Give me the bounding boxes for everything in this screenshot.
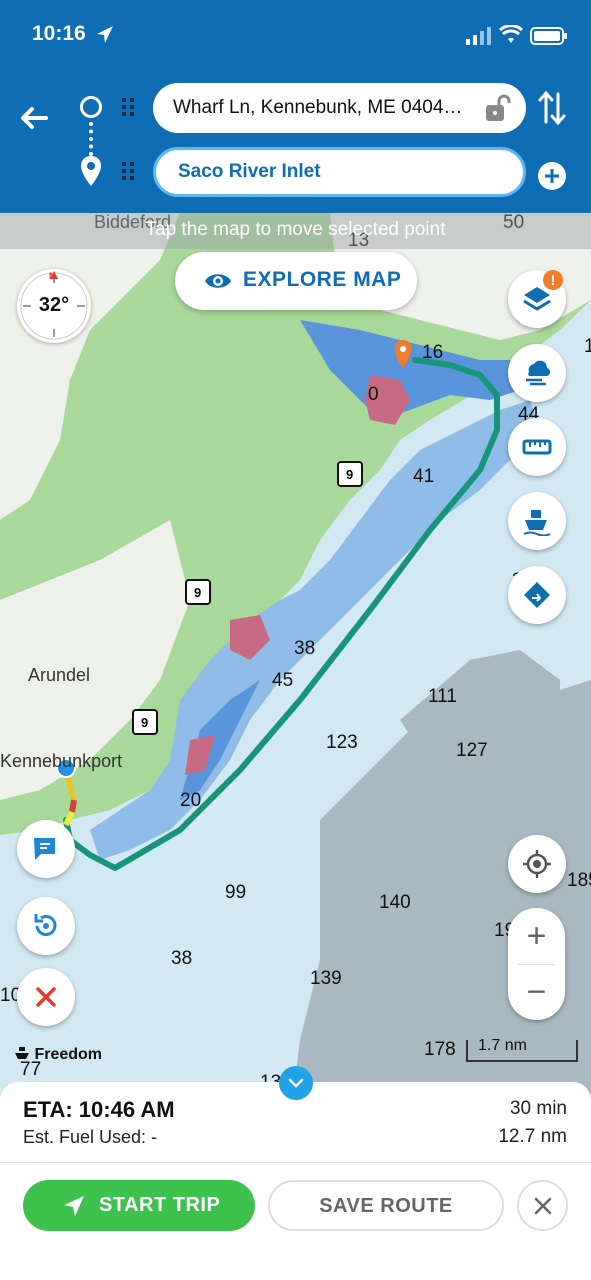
save-route-label: SAVE ROUTE <box>319 1195 453 1217</box>
chevron-down-icon <box>288 1078 304 1088</box>
start-trip-label: START TRIP <box>99 1194 221 1216</box>
zoom-control: + − <box>508 908 565 1020</box>
ruler-icon <box>522 439 552 455</box>
navigate-arrow-icon <box>64 1196 84 1216</box>
clear-route-button[interactable] <box>17 968 75 1026</box>
close-trip-button[interactable] <box>517 1180 568 1231</box>
depth-label: 139 <box>310 968 342 989</box>
boat-edit-icon <box>523 510 551 536</box>
explore-map-button[interactable]: EXPLORE MAP <box>175 252 417 310</box>
distance-text: 12.7 nm <box>498 1126 567 1147</box>
depth-label: 1 <box>584 336 591 357</box>
compass[interactable]: 32° N <box>17 269 91 343</box>
depth-label: 0 <box>368 384 379 405</box>
crosshair-icon <box>523 850 551 878</box>
vessel-name: Freedom <box>34 1046 103 1063</box>
explore-map-label: EXPLORE MAP <box>243 268 402 291</box>
sheet-divider <box>0 1162 591 1163</box>
notes-button[interactable] <box>17 820 75 878</box>
origin-text: Wharf Ln, Kennebunk, ME 0404… <box>173 97 463 118</box>
depth-label: 41 <box>413 466 434 487</box>
layers-alert-badge: ! <box>543 270 563 290</box>
depth-label: 20 <box>180 790 201 811</box>
place-label: Arundel <box>28 665 90 685</box>
vessel-label: Freedom <box>14 1045 102 1064</box>
route-connector <box>89 122 93 156</box>
depth-label: 178 <box>424 1039 456 1060</box>
unlock-icon[interactable] <box>484 93 512 123</box>
close-icon <box>534 1197 552 1215</box>
eta-text: ETA: 10:46 AM <box>23 1097 175 1122</box>
route-header: 10:16 Wharf Ln, Kennebunk, ME 0404… Saco… <box>0 0 591 213</box>
route-edit-icon <box>524 582 550 608</box>
battery-icon <box>530 27 567 45</box>
scale-label: 1.7 nm <box>478 1037 527 1054</box>
eye-icon <box>205 274 231 288</box>
drag-handle-destination[interactable] <box>122 162 136 182</box>
depth-label: 16 <box>422 342 443 363</box>
route-shield-label: 9 <box>346 467 353 482</box>
depth-label: 185 <box>567 870 591 891</box>
reverse-route-button[interactable] <box>17 897 75 955</box>
depth-label: 111 <box>428 686 457 707</box>
weather-button[interactable] <box>508 344 566 402</box>
cellular-signal-icon <box>466 27 491 45</box>
scale-bar: 1.7 nm <box>466 1037 578 1062</box>
destination-pin-icon <box>81 156 101 186</box>
depth-label: 45 <box>272 670 293 691</box>
destination-field[interactable]: Saco River Inlet <box>153 147 526 197</box>
start-trip-button[interactable]: START TRIP <box>23 1180 255 1231</box>
boat-icon <box>15 1047 29 1059</box>
location-arrow-icon <box>97 26 113 43</box>
vessel-settings-button[interactable] <box>508 492 566 550</box>
swap-route-icon[interactable] <box>536 88 568 128</box>
depth-label: 38 <box>171 948 192 969</box>
compass-north-label: N <box>49 271 56 281</box>
drag-handle-origin[interactable] <box>122 98 136 118</box>
depth-label: 127 <box>456 740 488 761</box>
destination-text: Saco River Inlet <box>178 161 321 182</box>
zoom-in-button[interactable]: + <box>508 908 565 964</box>
reverse-icon <box>34 914 57 936</box>
depth-label: 123 <box>326 732 358 753</box>
place-label: Kennebunkport <box>0 751 122 771</box>
save-route-button[interactable]: SAVE ROUTE <box>268 1180 504 1231</box>
origin-marker-icon <box>80 96 102 118</box>
status-time: 10:16 <box>32 22 86 45</box>
sheet-toggle-button[interactable] <box>279 1066 313 1100</box>
wifi-icon <box>499 25 523 43</box>
note-edit-icon <box>34 838 55 860</box>
compass-heading: 32° <box>38 294 70 316</box>
depth-label: 99 <box>225 882 246 903</box>
back-arrow-icon[interactable] <box>14 98 54 138</box>
route-shield-label: 9 <box>141 715 148 730</box>
depth-label: 140 <box>379 892 411 913</box>
zoom-out-button[interactable]: − <box>508 964 565 1020</box>
measure-button[interactable] <box>508 418 566 476</box>
fuel-text: Est. Fuel Used: - <box>23 1127 158 1147</box>
map-hint: Tap the map to move selected point <box>0 213 591 249</box>
route-edit-button[interactable] <box>508 566 566 624</box>
locate-me-button[interactable] <box>508 835 566 893</box>
route-shield: 9 <box>185 579 211 605</box>
close-icon <box>36 987 56 1007</box>
weather-wind-icon <box>526 360 551 386</box>
route-shield-label: 9 <box>194 585 201 600</box>
duration-text: 30 min <box>509 1098 567 1119</box>
depth-label: 38 <box>294 638 315 659</box>
origin-field[interactable]: Wharf Ln, Kennebunk, ME 0404… <box>153 83 526 133</box>
route-shield: 9 <box>337 461 363 487</box>
route-shield: 9 <box>132 709 158 735</box>
add-waypoint-icon[interactable] <box>536 160 568 192</box>
